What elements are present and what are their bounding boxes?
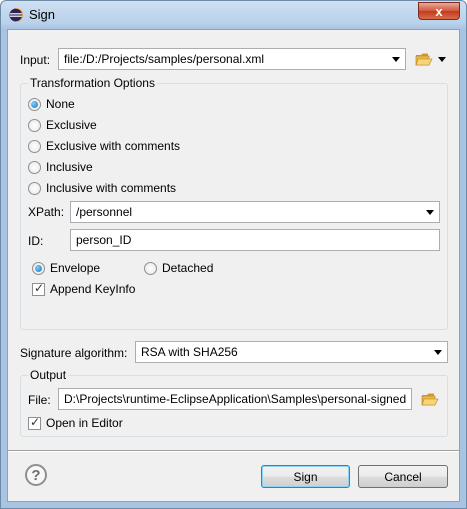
- transformation-options-title: Transformation Options: [28, 76, 157, 90]
- radio-none[interactable]: None: [28, 97, 75, 111]
- output-title: Output: [28, 368, 69, 382]
- id-field[interactable]: person_ID: [70, 229, 440, 251]
- radio-inclusive-indicator[interactable]: [28, 160, 41, 174]
- radio-exclusive-indicator[interactable]: [28, 118, 41, 132]
- close-button[interactable]: x: [418, 2, 460, 20]
- browse-menu-chevron-icon[interactable]: [438, 57, 446, 62]
- open-in-editor-check-indicator[interactable]: [28, 415, 41, 430]
- radio-envelope-label: Envelope: [50, 261, 101, 275]
- close-icon: x: [435, 3, 443, 19]
- open-in-editor-label: Open in Editor: [46, 416, 123, 430]
- eclipse-icon: [9, 8, 23, 22]
- id-label: ID:: [28, 234, 44, 248]
- help-icon[interactable]: ?: [25, 464, 47, 486]
- radio-none-label: None: [46, 97, 75, 111]
- output-file-value: D:\Projects\runtime-EclipseApplication\S…: [64, 392, 407, 406]
- window-title: Sign: [29, 7, 56, 22]
- sign-button[interactable]: Sign: [261, 465, 350, 488]
- append-keyinfo-label: Append KeyInfo: [50, 282, 136, 296]
- sign-button-label: Sign: [293, 469, 318, 484]
- input-combo[interactable]: file:/D:/Projects/samples/personal.xml: [58, 48, 406, 70]
- signature-algorithm-label: Signature algorithm:: [20, 346, 128, 360]
- radio-exclusive-label: Exclusive: [46, 118, 97, 132]
- radio-exclusive-with-comments[interactable]: Exclusive with comments: [28, 139, 180, 153]
- radio-detached[interactable]: Detached: [144, 261, 213, 275]
- chevron-down-icon[interactable]: [434, 350, 442, 355]
- radio-inclusive-label: Inclusive: [46, 160, 93, 174]
- input-label: Input:: [20, 53, 51, 67]
- radio-exclusive-with-comments-label: Exclusive with comments: [46, 139, 181, 153]
- radio-detached-indicator[interactable]: [144, 261, 157, 275]
- input-value: file:/D:/Projects/samples/personal.xml: [64, 52, 265, 66]
- title-bar[interactable]: Sign x: [1, 1, 466, 29]
- open-in-editor-checkbox[interactable]: Open in Editor: [28, 415, 123, 430]
- xpath-value: /personnel: [76, 205, 133, 219]
- radio-inclusive-with-comments-label: Inclusive with comments: [46, 181, 177, 195]
- radio-inclusive[interactable]: Inclusive: [28, 160, 93, 174]
- id-value: person_ID: [76, 233, 132, 247]
- signature-algorithm-value: RSA with SHA256: [141, 345, 238, 359]
- folder-open-icon[interactable]: [415, 52, 433, 66]
- radio-none-indicator[interactable]: [28, 97, 41, 111]
- radio-envelope-indicator[interactable]: [32, 261, 45, 275]
- radio-detached-label: Detached: [162, 261, 214, 275]
- xpath-combo[interactable]: /personnel: [70, 201, 440, 223]
- radio-envelope[interactable]: Envelope: [32, 261, 100, 275]
- help-glyph: ?: [31, 466, 41, 484]
- radio-inclusive-with-comments[interactable]: Inclusive with comments: [28, 181, 176, 195]
- cancel-button[interactable]: Cancel: [358, 465, 448, 488]
- signature-algorithm-combo[interactable]: RSA with SHA256: [135, 341, 448, 363]
- chevron-down-icon[interactable]: [392, 57, 400, 62]
- radio-inclusive-with-comments-indicator[interactable]: [28, 181, 41, 195]
- radio-exclusive[interactable]: Exclusive: [28, 118, 97, 132]
- chevron-down-icon[interactable]: [426, 210, 434, 215]
- radio-exclusive-with-comments-indicator[interactable]: [28, 139, 41, 153]
- output-file-field[interactable]: D:\Projects\runtime-EclipseApplication\S…: [58, 388, 412, 410]
- cancel-button-label: Cancel: [384, 469, 422, 484]
- footer-separator: [8, 450, 459, 452]
- file-label: File:: [28, 393, 51, 407]
- folder-open-icon[interactable]: [421, 392, 439, 406]
- append-keyinfo-checkbox[interactable]: Append KeyInfo: [32, 281, 136, 296]
- sign-dialog: Sign x Input: file:/D:/Projects/samples/…: [0, 0, 467, 509]
- append-keyinfo-check-indicator[interactable]: [32, 281, 45, 296]
- xpath-label: XPath:: [28, 205, 65, 219]
- dialog-content: Input: file:/D:/Projects/samples/persona…: [7, 29, 460, 502]
